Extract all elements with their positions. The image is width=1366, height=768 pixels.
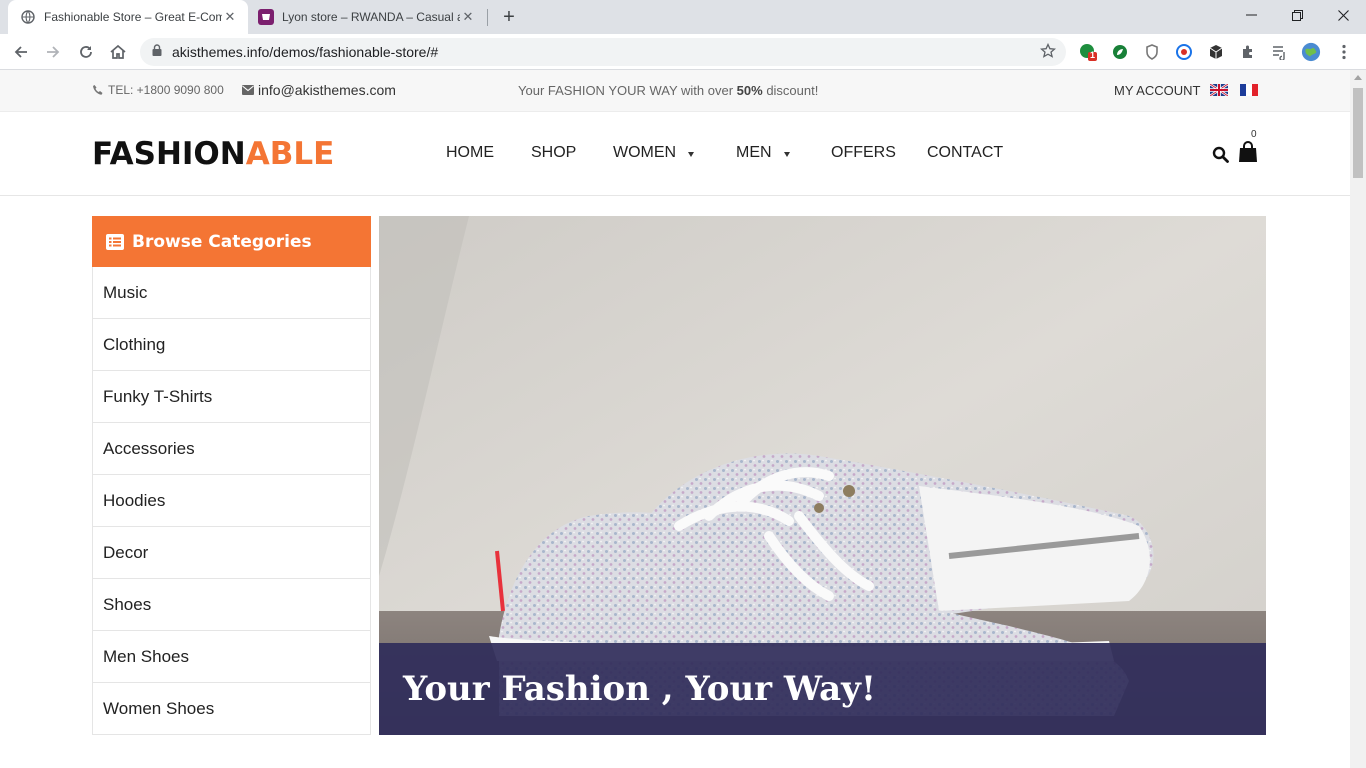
caret-down-icon	[783, 151, 790, 157]
menu-home[interactable]: HOME	[446, 144, 494, 162]
forward-icon[interactable]	[38, 37, 68, 67]
menu-women-label: WOMEN	[613, 144, 677, 161]
search-icon[interactable]	[1212, 146, 1229, 168]
category-label: Women Shoes	[103, 698, 215, 718]
category-label: Funky T-Shirts	[103, 386, 213, 406]
promo-suffix: discount!	[762, 83, 819, 98]
hero-caption-text: Your Fashion , Your Way!	[403, 669, 876, 709]
url-text: akisthemes.info/demos/fashionable-store/…	[172, 44, 439, 60]
extension-shield-icon[interactable]	[1142, 42, 1162, 62]
menu-men-label: MEN	[736, 144, 772, 161]
shopping-bag-icon[interactable]	[1238, 141, 1258, 168]
my-account-link[interactable]: MY ACCOUNT	[1114, 83, 1200, 98]
back-icon[interactable]	[6, 37, 36, 67]
category-label: Decor	[103, 542, 149, 562]
bookmark-star-icon[interactable]	[1039, 42, 1057, 64]
menu-offers[interactable]: OFFERS	[831, 144, 896, 162]
new-tab-button[interactable]: +	[498, 6, 520, 28]
category-item-funky-t-shirts[interactable]: Funky T-Shirts	[92, 371, 371, 423]
close-tab-icon[interactable]: ✕	[460, 9, 476, 25]
media-playlist-icon[interactable]	[1270, 42, 1290, 62]
category-item-men-shoes[interactable]: Men Shoes	[92, 631, 371, 683]
logo-part-1: FASHION	[92, 136, 246, 172]
puzzle-icon[interactable]	[1238, 42, 1258, 62]
browser-toolbar: akisthemes.info/demos/fashionable-store/…	[0, 34, 1366, 70]
tab-separator	[487, 9, 488, 26]
category-label: Shoes	[103, 594, 152, 614]
top-info-bar: TEL: +1800 9090 800 info@akisthemes.com …	[0, 70, 1350, 112]
promo-prefix: Your FASHION YOUR WAY with over	[518, 83, 737, 98]
menu-offers-label: OFFERS	[831, 144, 896, 161]
category-item-decor[interactable]: Decor	[92, 527, 371, 579]
scroll-up-arrow-icon[interactable]	[1354, 75, 1362, 80]
promo-discount: 50%	[736, 83, 763, 98]
category-item-clothing[interactable]: Clothing	[92, 319, 371, 371]
hero-slider[interactable]: Your Fashion , Your Way!	[379, 216, 1266, 735]
browse-categories-title: Browse Categories	[132, 231, 312, 252]
cart-count-badge: 0	[1251, 129, 1257, 140]
menu-contact-label: CONTACT	[927, 144, 1004, 161]
telephone-text: TEL: +1800 9090 800	[108, 83, 224, 97]
caret-down-icon	[688, 151, 695, 157]
close-tab-icon[interactable]: ✕	[222, 9, 238, 25]
category-item-accessories[interactable]: Accessories	[92, 423, 371, 475]
category-label: Music	[103, 282, 148, 302]
restore-icon[interactable]	[1274, 0, 1320, 30]
logo-part-2: ABLE	[245, 136, 335, 172]
email-info[interactable]: info@akisthemes.com	[242, 82, 396, 98]
category-item-hoodies[interactable]: Hoodies	[92, 475, 371, 527]
globe-icon	[20, 9, 36, 25]
browse-categories-panel: Browse Categories Music Clothing Funky T…	[92, 216, 371, 735]
envelope-icon	[242, 85, 254, 95]
promo-message: Your FASHION YOUR WAY with over 50% disc…	[518, 83, 818, 98]
page-scrollbar[interactable]	[1350, 70, 1366, 768]
lock-icon	[152, 43, 162, 61]
profile-avatar-icon[interactable]	[1301, 42, 1321, 62]
browser-tab-active[interactable]: Fashionable Store – Great E-Com ✕	[8, 0, 248, 34]
email-text: info@akisthemes.com	[258, 82, 396, 98]
category-item-music[interactable]: Music	[92, 267, 371, 319]
browser-tabstrip: Fashionable Store – Great E-Com ✕ Lyon s…	[0, 0, 1366, 34]
extension-badge: 1	[1090, 50, 1096, 60]
menu-contact[interactable]: CONTACT	[927, 144, 1003, 162]
store-favicon-icon	[258, 9, 274, 25]
minimize-icon[interactable]	[1228, 0, 1274, 30]
telephone-info: TEL: +1800 9090 800	[92, 83, 224, 97]
category-label: Hoodies	[103, 490, 166, 510]
menu-men[interactable]: MEN	[736, 144, 790, 162]
category-label: Men Shoes	[103, 646, 189, 666]
kebab-menu-icon[interactable]	[1334, 42, 1354, 62]
phone-icon	[92, 84, 104, 96]
category-label: Accessories	[103, 438, 195, 458]
menu-shop[interactable]: SHOP	[531, 144, 576, 162]
reload-icon[interactable]	[71, 37, 101, 67]
web-page: TEL: +1800 9090 800 info@akisthemes.com …	[0, 70, 1350, 768]
uk-flag-icon[interactable]	[1209, 83, 1229, 97]
menu-home-label: HOME	[446, 144, 494, 161]
category-label: Clothing	[103, 334, 166, 354]
list-icon	[106, 233, 124, 250]
browse-categories-header: Browse Categories	[92, 216, 371, 267]
address-bar[interactable]: akisthemes.info/demos/fashionable-store/…	[140, 38, 1066, 66]
site-logo[interactable]: FASHIONABLE	[92, 136, 334, 172]
scrollbar-thumb[interactable]	[1353, 88, 1363, 178]
menu-shop-label: SHOP	[531, 144, 577, 161]
category-item-women-shoes[interactable]: Women Shoes	[92, 683, 371, 735]
home-icon[interactable]	[103, 37, 133, 67]
extension-target-icon[interactable]	[1174, 42, 1194, 62]
extension-leaf-icon[interactable]	[1110, 42, 1130, 62]
close-window-icon[interactable]	[1320, 0, 1366, 30]
hero-caption: Your Fashion , Your Way!	[379, 643, 1266, 735]
menu-women[interactable]: WOMEN	[613, 144, 695, 162]
category-item-shoes[interactable]: Shoes	[92, 579, 371, 631]
site-header: FASHIONABLE HOME SHOP WOMEN MEN OFFERS C…	[0, 112, 1350, 196]
tab-title: Lyon store – RWANDA – Casual a	[282, 10, 460, 24]
extension-green-icon[interactable]: 1	[1078, 42, 1098, 62]
france-flag-icon[interactable]	[1240, 84, 1258, 96]
tab-title: Fashionable Store – Great E-Com	[44, 10, 222, 24]
extension-cube-icon[interactable]	[1206, 42, 1226, 62]
browser-tab-inactive[interactable]: Lyon store – RWANDA – Casual a ✕	[250, 0, 486, 34]
